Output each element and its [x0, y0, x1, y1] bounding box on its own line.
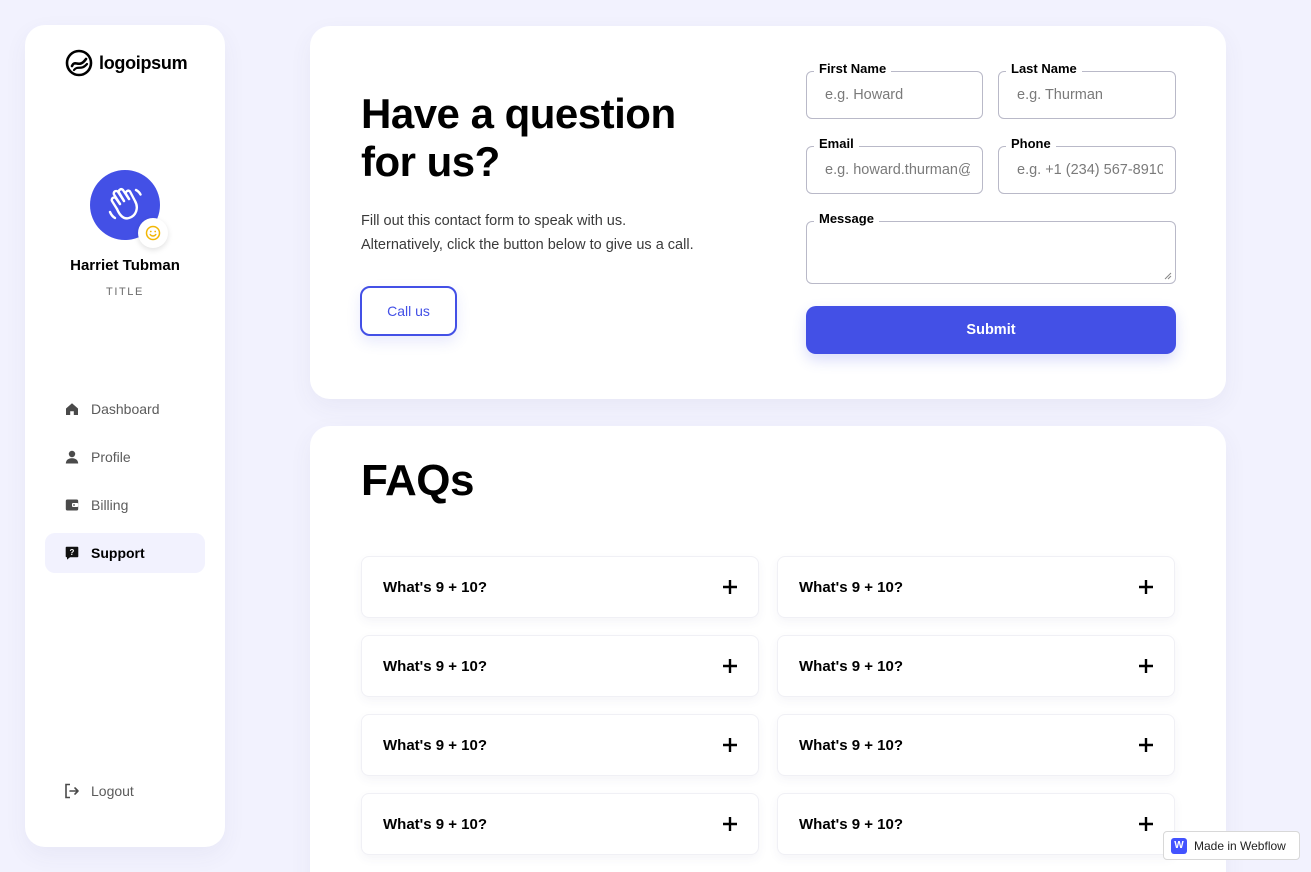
page-title: Have a question for us?	[361, 90, 676, 185]
email-field: Email	[806, 136, 983, 194]
contact-card: Have a question for us? Fill out this co…	[310, 26, 1226, 399]
sidebar-item-label: Support	[91, 545, 145, 561]
logout-label: Logout	[91, 783, 134, 799]
contact-description: Fill out this contact form to speak with…	[361, 209, 761, 257]
faq-question: What's 9 + 10?	[383, 578, 488, 596]
user-title: TITLE	[106, 286, 144, 298]
sidebar-item-label: Dashboard	[91, 401, 160, 417]
faq-item[interactable]: What's 9 + 10?	[777, 556, 1175, 618]
wallet-icon	[64, 498, 79, 513]
faq-question: What's 9 + 10?	[799, 578, 904, 596]
phone-field: Phone	[998, 136, 1176, 194]
plus-icon	[1139, 659, 1153, 673]
last-name-label: Last Name	[1006, 61, 1082, 76]
plus-icon	[723, 580, 737, 594]
smiley-icon	[145, 225, 161, 241]
waving-hand-icon	[108, 188, 142, 220]
user-name: Harriet Tubman	[70, 257, 180, 274]
contact-description-line-2: Alternatively, click the button below to…	[361, 237, 694, 253]
avatar-status-badge	[138, 218, 168, 248]
faq-item[interactable]: What's 9 + 10?	[777, 635, 1175, 697]
faq-question: What's 9 + 10?	[383, 815, 488, 833]
brand-logo[interactable]: logoipsum	[65, 49, 188, 77]
plus-icon	[723, 817, 737, 831]
phone-input[interactable]	[999, 147, 1175, 193]
sidebar-item-dashboard[interactable]: Dashboard	[45, 389, 205, 429]
faq-item[interactable]: What's 9 + 10?	[361, 635, 759, 697]
first-name-label: First Name	[814, 61, 892, 76]
help-square-icon: ?	[64, 546, 79, 561]
faq-title: FAQs	[361, 456, 474, 505]
logout-icon	[65, 783, 79, 799]
logo-swirl-icon	[65, 49, 93, 77]
webflow-badge-label: Made in Webflow	[1194, 838, 1286, 853]
last-name-input[interactable]	[999, 72, 1175, 118]
plus-icon	[723, 659, 737, 673]
plus-icon	[1139, 580, 1153, 594]
svg-text:?: ?	[69, 548, 74, 557]
plus-icon	[723, 738, 737, 752]
first-name-field: First Name	[806, 61, 983, 119]
sidebar-item-label: Billing	[91, 497, 129, 513]
faq-item[interactable]: What's 9 + 10?	[361, 714, 759, 776]
resize-handle-icon[interactable]	[1164, 272, 1172, 280]
faq-item[interactable]: What's 9 + 10?	[777, 793, 1175, 855]
faq-question: What's 9 + 10?	[383, 657, 488, 675]
phone-label: Phone	[1006, 136, 1056, 151]
faq-question: What's 9 + 10?	[799, 815, 904, 833]
call-us-button[interactable]: Call us	[360, 286, 457, 336]
sidebar-item-profile[interactable]: Profile	[45, 437, 205, 477]
message-label: Message	[814, 211, 879, 226]
brand-name: logoipsum	[99, 52, 188, 73]
email-label: Email	[814, 136, 859, 151]
faq-item[interactable]: What's 9 + 10?	[361, 556, 759, 618]
email-input[interactable]	[807, 147, 982, 193]
faq-question: What's 9 + 10?	[799, 736, 904, 754]
sidebar-item-support[interactable]: ? Support	[45, 533, 205, 573]
webflow-logo-icon: W	[1171, 837, 1187, 854]
sidebar: logoipsum Harriet Tubman TITLE Dashboard…	[25, 25, 225, 847]
faq-card: FAQs What's 9 + 10? What's 9 + 10? What'…	[310, 426, 1226, 872]
faq-question: What's 9 + 10?	[799, 657, 904, 675]
message-field: Message	[806, 211, 1176, 284]
home-icon	[64, 402, 79, 417]
sidebar-nav: Dashboard Profile Billing ? Support	[45, 389, 205, 581]
message-input[interactable]	[807, 222, 1175, 283]
faq-item[interactable]: What's 9 + 10?	[777, 714, 1175, 776]
sidebar-item-label: Profile	[91, 449, 131, 465]
plus-icon	[1139, 738, 1153, 752]
logout-button[interactable]: Logout	[64, 783, 134, 799]
contact-description-line-1: Fill out this contact form to speak with…	[361, 213, 627, 229]
first-name-input[interactable]	[807, 72, 982, 118]
person-icon	[64, 450, 79, 465]
faq-item[interactable]: What's 9 + 10?	[361, 793, 759, 855]
last-name-field: Last Name	[998, 61, 1176, 119]
submit-button[interactable]: Submit	[806, 306, 1176, 354]
sidebar-item-billing[interactable]: Billing	[45, 485, 205, 525]
made-in-webflow-badge[interactable]: W Made in Webflow	[1163, 831, 1300, 860]
plus-icon	[1139, 817, 1153, 831]
faq-question: What's 9 + 10?	[383, 736, 488, 754]
